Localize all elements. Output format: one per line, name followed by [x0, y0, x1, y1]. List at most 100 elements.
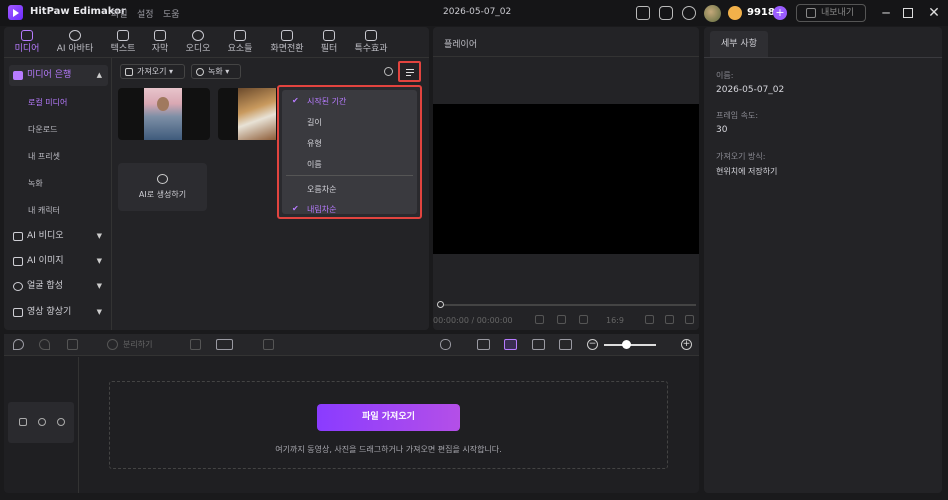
- zoom-in-button[interactable]: +: [681, 339, 692, 350]
- sort-option-type[interactable]: 유형: [307, 138, 322, 149]
- sidebar-item-recordings[interactable]: 녹화: [28, 178, 43, 189]
- sort-option-date[interactable]: 시작된 기간: [307, 96, 346, 107]
- tab-label: 화면전환: [270, 44, 304, 54]
- previous-frame-icon[interactable]: [535, 315, 544, 324]
- avatar[interactable]: [704, 5, 721, 22]
- video-preview[interactable]: [433, 104, 699, 254]
- export-icon: [806, 8, 816, 18]
- import-dropdown[interactable]: 가져오기 ▾: [120, 64, 185, 79]
- eye-icon[interactable]: [38, 418, 46, 426]
- download-icon[interactable]: [682, 6, 696, 20]
- split-label[interactable]: 분리하기: [123, 339, 152, 350]
- microphone-icon[interactable]: [440, 339, 451, 350]
- maximize-button[interactable]: [903, 8, 913, 18]
- redo-icon[interactable]: [39, 339, 50, 350]
- tab-label: 자막: [151, 44, 169, 54]
- menu-file[interactable]: 파일: [111, 7, 128, 20]
- sidebar-item-local-media[interactable]: 로컬 미디어: [28, 97, 67, 108]
- speaker-icon[interactable]: [57, 418, 65, 426]
- minimize-button[interactable]: ─: [879, 6, 893, 20]
- feedback-icon[interactable]: [659, 6, 673, 20]
- chevron-up-icon: ▲: [96, 71, 102, 79]
- divider: [704, 57, 942, 58]
- filter-icon: [323, 30, 335, 41]
- snapshot-icon[interactable]: [645, 315, 654, 324]
- face-icon: [13, 282, 23, 291]
- timecode: 00:00:00 / 00:00:00: [433, 316, 513, 325]
- sort-menu: ✔ 시작된 기간 길이 유형 이름 오름차순 ✔ 내림차순: [277, 85, 422, 219]
- link-icon[interactable]: [477, 339, 490, 350]
- sidebar-group-video-enhancer[interactable]: 영상 향상기 ▼: [9, 302, 108, 323]
- divider: [78, 357, 79, 493]
- layout-icon[interactable]: [636, 6, 650, 20]
- media-thumbnail[interactable]: [218, 88, 280, 140]
- sidebar-group-media-bank[interactable]: 미디어 은행 ▲: [9, 65, 108, 86]
- detail-value-import-method: 현위치에 저장하기: [716, 167, 778, 176]
- tab-details[interactable]: 세부 사항: [710, 31, 768, 57]
- tab-effects[interactable]: 특수효과: [349, 27, 393, 58]
- tab-subtitle[interactable]: 자막: [145, 27, 175, 58]
- undo-icon[interactable]: [13, 339, 24, 350]
- sidebar-item-presets[interactable]: 내 프리셋: [28, 151, 60, 162]
- fit-timeline-icon[interactable]: [559, 339, 572, 350]
- close-button[interactable]: ✕: [927, 6, 941, 20]
- record-dropdown[interactable]: 녹화 ▾: [191, 64, 241, 79]
- thumbnail-image: [144, 88, 182, 140]
- text-icon: [117, 30, 129, 41]
- search-icon[interactable]: [384, 67, 393, 76]
- fullscreen-icon[interactable]: [685, 315, 694, 324]
- next-frame-icon[interactable]: [579, 315, 588, 324]
- zoom-out-button[interactable]: −: [587, 339, 598, 350]
- sort-button[interactable]: [398, 61, 421, 82]
- sidebar-group-ai-video[interactable]: AI 비디오 ▼: [9, 226, 108, 247]
- tab-text[interactable]: 텍스트: [105, 27, 141, 58]
- tab-audio[interactable]: 오디오: [181, 27, 215, 58]
- media-thumbnail[interactable]: [118, 88, 210, 140]
- split-track-icon[interactable]: [532, 339, 545, 350]
- text-template-icon[interactable]: [216, 339, 233, 350]
- sidebar-group-face-swap[interactable]: 얼굴 합성 ▼: [9, 276, 108, 297]
- scrub-bar[interactable]: [441, 304, 696, 306]
- chevron-down-icon: ▼: [96, 308, 102, 316]
- sort-order-descending[interactable]: 내림차순: [307, 204, 336, 215]
- tab-filter[interactable]: 필터: [316, 27, 342, 58]
- menu-settings[interactable]: 설정: [137, 7, 154, 20]
- sidebar-group-ai-image[interactable]: AI 이미지 ▼: [9, 251, 108, 272]
- sidebar-group-label: 얼굴 합성: [27, 281, 63, 291]
- shield-icon[interactable]: [190, 339, 201, 350]
- coin-icon: [728, 6, 742, 20]
- sort-option-length[interactable]: 길이: [307, 117, 322, 128]
- tab-label: 필터: [320, 44, 338, 54]
- tab-ai-avatar[interactable]: AI 아바타: [52, 27, 98, 58]
- sidebar-item-downloads[interactable]: 다운로드: [28, 124, 57, 135]
- export-clip-icon[interactable]: [263, 339, 274, 350]
- import-file-button[interactable]: 파일 가져오기: [317, 404, 460, 431]
- crop-icon[interactable]: [665, 315, 674, 324]
- check-icon: ✔: [292, 204, 299, 213]
- scissors-icon[interactable]: [107, 339, 118, 350]
- scrub-handle[interactable]: [437, 301, 444, 308]
- aspect-ratio[interactable]: 16:9: [606, 316, 624, 325]
- play-icon[interactable]: [557, 315, 566, 324]
- sort-option-name[interactable]: 이름: [307, 159, 322, 170]
- sort-order-ascending[interactable]: 오름차순: [307, 184, 336, 195]
- menu-help[interactable]: 도움: [163, 7, 180, 20]
- export-button[interactable]: 내보내기: [796, 4, 866, 22]
- sidebar-item-characters[interactable]: 내 캐릭터: [28, 205, 60, 216]
- add-coins-button[interactable]: +: [773, 6, 787, 20]
- sort-icon: [406, 69, 414, 71]
- ai-video-icon: [13, 232, 23, 241]
- tab-label: 특수효과: [354, 44, 388, 54]
- tab-transitions[interactable]: 화면전환: [265, 27, 309, 58]
- detail-label-name: 이름:: [716, 71, 734, 80]
- tab-media[interactable]: 미디어: [9, 27, 45, 58]
- lock-icon[interactable]: [19, 418, 27, 426]
- details-panel: [704, 27, 942, 493]
- tab-elements[interactable]: 요소들: [222, 27, 258, 58]
- ai-generate-button[interactable]: AI로 생성하기: [118, 163, 207, 211]
- tab-label: 오디오: [185, 44, 211, 54]
- delete-icon[interactable]: [67, 339, 78, 350]
- magnet-icon[interactable]: [504, 339, 517, 350]
- ai-generate-label: AI로 생성하기: [138, 190, 187, 199]
- zoom-slider-handle[interactable]: [622, 340, 631, 349]
